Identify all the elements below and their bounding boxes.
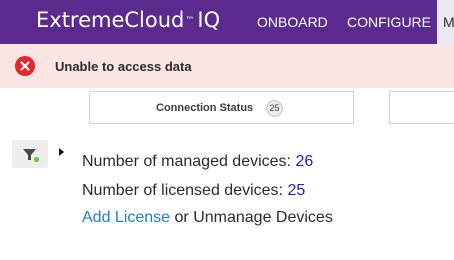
close-circle-icon: [15, 56, 35, 76]
error-banner: Unable to access data: [0, 44, 454, 88]
managed-devices-label: Number of managed devices:: [82, 153, 296, 170]
nav-item-truncated[interactable]: M: [437, 0, 454, 44]
brand-suffix: IQ: [197, 8, 221, 32]
top-nav-bar: ExtremeCloud™ IQ ONBOARD CONFIGURE M: [0, 0, 454, 44]
filter-button[interactable]: [12, 140, 48, 168]
nav-configure[interactable]: CONFIGURE: [347, 14, 431, 30]
status-card-partial[interactable]: [389, 91, 454, 124]
filter-icon: [23, 149, 40, 163]
brand-logo[interactable]: ExtremeCloud™ IQ: [36, 7, 220, 33]
unmanage-devices-text: Unmanage Devices: [193, 209, 333, 226]
connection-status-count-badge: 25: [266, 100, 283, 117]
managed-devices-count[interactable]: 26: [295, 153, 313, 170]
managed-devices-line: Number of managed devices: 26: [82, 152, 313, 171]
add-license-link[interactable]: Add License: [82, 209, 170, 226]
brand-name: ExtremeCloud: [36, 8, 185, 32]
brand-trademark: ™: [185, 16, 195, 26]
actions-connector: or: [170, 209, 194, 226]
license-actions-line: Add License or Unmanage Devices: [82, 208, 333, 227]
caret-right-icon: [59, 148, 64, 156]
error-message: Unable to access data: [55, 59, 192, 74]
licensed-devices-line: Number of licensed devices: 25: [82, 181, 305, 200]
nav-onboard[interactable]: ONBOARD: [257, 14, 328, 30]
connection-status-label: Connection Status: [156, 102, 254, 114]
licensed-devices-count[interactable]: 25: [287, 182, 305, 199]
nav-item-truncated-label: M: [443, 14, 454, 30]
expand-toggle[interactable]: [56, 146, 66, 158]
connection-status-card[interactable]: Connection Status 25: [89, 91, 354, 124]
licensed-devices-label: Number of licensed devices:: [82, 182, 288, 199]
